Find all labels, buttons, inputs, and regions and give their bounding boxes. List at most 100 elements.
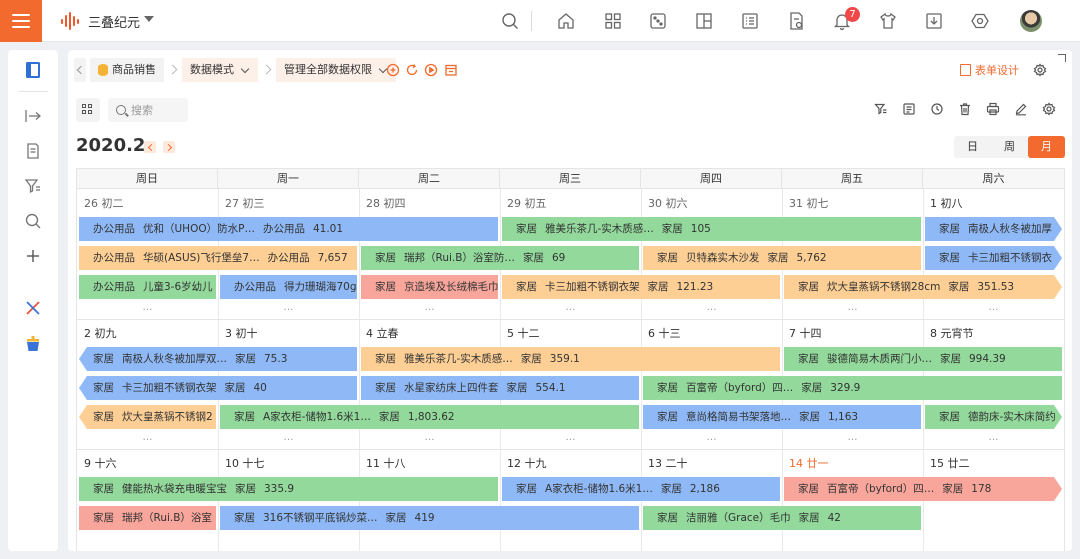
add-circle-icon[interactable]	[386, 63, 400, 77]
view-day-button[interactable]: 日	[954, 136, 991, 158]
more-events-indicator[interactable]: …	[359, 303, 500, 313]
dice-icon[interactable]	[648, 11, 668, 31]
more-events-indicator[interactable]: …	[641, 433, 782, 443]
home-icon[interactable]	[556, 11, 576, 31]
calendar-event-bar[interactable]: 办公用品 儿童3-6岁幼儿	[79, 275, 216, 299]
day-number-label[interactable]: 26 初二	[84, 195, 124, 211]
calendar-event-bar[interactable]: 家居 健能热水袋充电暖宝宝 家居 335.9	[79, 477, 498, 501]
day-number-label[interactable]: 3 初十	[225, 325, 258, 341]
layout-icon[interactable]	[694, 11, 714, 31]
more-events-indicator[interactable]: …	[500, 433, 641, 443]
tools-icon[interactable]	[23, 298, 43, 318]
shirt-icon[interactable]	[878, 11, 898, 31]
calendar-event-bar[interactable]: 家居 炊大皇蒸锅不锈钢28cm 家居 351.53	[784, 275, 1062, 299]
calendar-event-bar[interactable]: 家居 意尚格简易书架落地… 家居 1,163	[643, 405, 921, 429]
gear-icon[interactable]	[1042, 102, 1056, 116]
calendar-event-bar[interactable]: 家居 京造埃及长绒棉毛巾	[361, 275, 498, 299]
calendar-event-bar[interactable]: 家居 百富帝（byford）四… 家居 178	[784, 477, 1062, 501]
download-icon[interactable]	[924, 11, 944, 31]
more-events-indicator[interactable]: …	[359, 433, 500, 443]
refresh-icon[interactable]	[405, 63, 419, 77]
day-number-label[interactable]: 13 二十	[648, 455, 688, 471]
view-week-button[interactable]: 周	[991, 136, 1028, 158]
day-number-label[interactable]: 6 十三	[648, 325, 681, 341]
calendar-event-bar[interactable]: 家居 卡三加粗不锈钢衣	[925, 246, 1062, 270]
day-number-label[interactable]: 14 廿一	[789, 455, 829, 471]
more-events-indicator[interactable]: …	[500, 303, 641, 313]
day-number-label[interactable]: 29 初五	[507, 195, 547, 211]
more-events-indicator[interactable]: …	[923, 433, 1064, 443]
calendar-event-bar[interactable]: 家居 A家衣柜-储物1.6米1… 家居 2,186	[502, 477, 780, 501]
more-events-indicator[interactable]: …	[923, 303, 1064, 313]
calendar-event-bar[interactable]: 家居 南极人秋冬被加厚	[925, 217, 1062, 241]
edit-pen-icon[interactable]	[1014, 102, 1028, 116]
settings-hexagon-icon[interactable]	[970, 11, 990, 31]
document-check-icon[interactable]	[786, 11, 806, 31]
calendar-event-bar[interactable]: 家居 瑞邦（Rui.B）浴室防… 家居 69	[361, 246, 639, 270]
calendar-event-bar[interactable]: 家居 卡三加粗不锈钢衣架 家居 121.23	[502, 275, 780, 299]
more-events-indicator[interactable]: …	[77, 433, 218, 443]
report-icon[interactable]	[23, 141, 43, 161]
hamburger-menu-button[interactable]	[0, 0, 42, 42]
apps-grid-icon[interactable]	[603, 11, 623, 31]
calendar-event-bar[interactable]: 家居 贝特森实木沙发 家居 5,762	[643, 246, 921, 270]
calendar-event-bar[interactable]: 办公用品 华硕(ASUS)飞行堡垒7… 办公用品 7,657	[79, 246, 357, 270]
next-month-button[interactable]	[163, 141, 175, 153]
calendar-event-bar[interactable]: 家居 百富帝（byford）四… 家居 329.9	[643, 376, 1062, 400]
day-number-label[interactable]: 4 立春	[366, 325, 399, 341]
day-number-label[interactable]: 7 十四	[789, 325, 822, 341]
day-number-label[interactable]: 15 廿二	[930, 455, 970, 471]
day-number-label[interactable]: 31 初七	[789, 195, 829, 211]
filter-list-icon[interactable]	[23, 176, 43, 196]
add-icon[interactable]	[23, 246, 43, 266]
search-icon[interactable]	[500, 11, 520, 31]
day-number-label[interactable]: 27 初三	[225, 195, 265, 211]
calendar-event-bar[interactable]: 家居 炊大皇蒸锅不锈钢2	[79, 405, 216, 429]
calendar-event-bar[interactable]: 家居 洁丽雅（Grace）毛巾 家居 42	[643, 506, 921, 530]
form-design-button[interactable]: 表单设计	[960, 62, 1019, 78]
day-number-label[interactable]: 5 十二	[507, 325, 540, 341]
expand-corner-icon[interactable]	[1058, 54, 1066, 62]
previous-month-button[interactable]	[144, 141, 156, 153]
calendar-event-bar[interactable]: 家居 雅美乐茶几-实木质感… 家居 359.1	[361, 347, 780, 371]
more-events-indicator[interactable]: …	[641, 303, 782, 313]
filter-icon[interactable]	[874, 102, 888, 116]
calendar-event-bar[interactable]: 办公用品 优和（UHOO）防水P… 办公用品 41.01	[79, 217, 498, 241]
calendar-event-bar[interactable]: 家居 南极人秋冬被加厚双… 家居 75.3	[79, 347, 357, 371]
play-circle-icon[interactable]	[424, 63, 438, 77]
day-number-label[interactable]: 9 十六	[84, 455, 117, 471]
calendar-event-bar[interactable]: 家居 德韵床-实木床简约	[925, 405, 1062, 429]
more-events-indicator[interactable]: …	[782, 433, 923, 443]
search-icon[interactable]	[23, 211, 43, 231]
more-events-indicator[interactable]: …	[218, 433, 359, 443]
calendar-event-bar[interactable]: 办公用品 得力珊瑚海70g	[220, 275, 357, 299]
day-number-label[interactable]: 30 初六	[648, 195, 688, 211]
expand-panel-icon[interactable]	[23, 106, 43, 126]
calendar-event-bar[interactable]: 家居 卡三加粗不锈钢衣架 家居 40	[79, 376, 357, 400]
search-box[interactable]	[108, 98, 188, 122]
calendar-event-bar[interactable]: 家居 雅美乐茶几-实木质感… 家居 105	[502, 217, 921, 241]
day-number-label[interactable]: 11 十八	[366, 455, 406, 471]
calendar-event-bar[interactable]: 家居 骏德简易木质两门小… 家居 994.39	[784, 347, 1062, 371]
view-month-button[interactable]: 月	[1028, 136, 1065, 158]
day-number-label[interactable]: 2 初九	[84, 325, 117, 341]
mode-dropdown[interactable]: 数据模式	[182, 58, 258, 82]
gear-icon[interactable]	[1033, 63, 1047, 77]
notebook-icon[interactable]	[23, 60, 43, 80]
day-number-label[interactable]: 28 初四	[366, 195, 406, 211]
search-input[interactable]	[131, 103, 181, 117]
day-number-label[interactable]: 10 十七	[225, 455, 265, 471]
user-avatar[interactable]	[1020, 10, 1042, 32]
print-icon[interactable]	[986, 102, 1000, 116]
calendar-event-bar[interactable]: 家居 A家衣柜-储物1.6米1… 家居 1,803.62	[220, 405, 639, 429]
day-number-label[interactable]: 1 初八	[930, 195, 963, 211]
calendar-icon[interactable]	[444, 63, 458, 77]
more-events-indicator[interactable]: …	[782, 303, 923, 313]
app-name[interactable]: 三叠纪元	[88, 12, 140, 31]
day-number-label[interactable]: 8 元宵节	[930, 325, 974, 341]
calendar-event-bar[interactable]: 家居 316不锈钢平底锅炒菜… 家居 419	[220, 506, 639, 530]
history-icon[interactable]	[930, 102, 944, 116]
breadcrumb-module[interactable]: 商品销售	[90, 58, 164, 82]
back-button[interactable]	[74, 58, 86, 82]
app-switch-caret-icon[interactable]	[144, 16, 154, 22]
